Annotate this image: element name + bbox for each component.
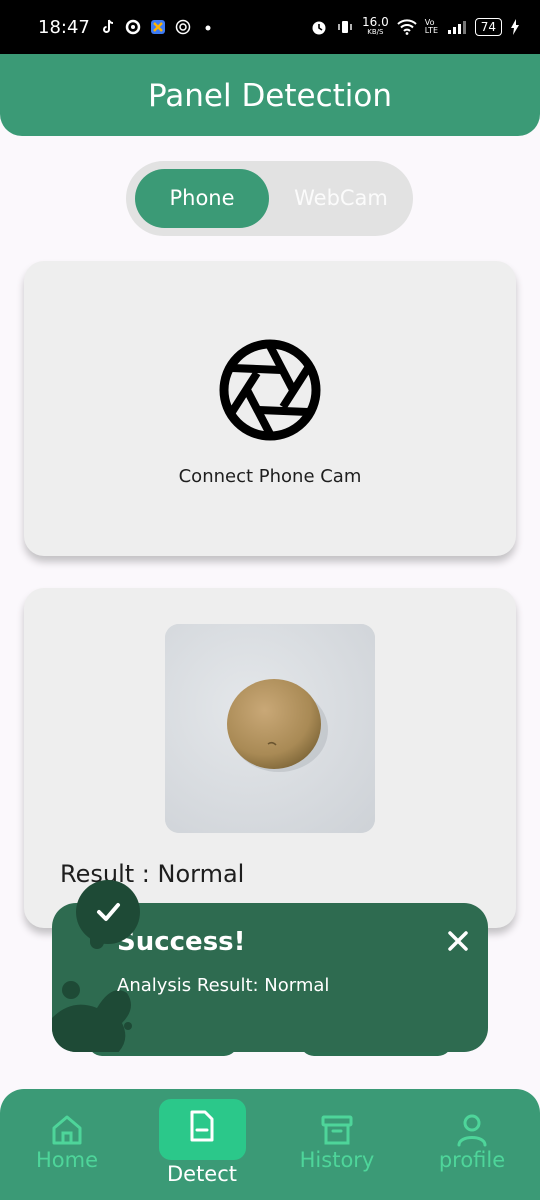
nav-home[interactable]: Home	[2, 1089, 132, 1200]
status-bar: 18:47 16.0 KB/S Vo LTE 74	[0, 0, 540, 54]
source-toggle: Phone WebCam	[126, 161, 413, 236]
check-icon	[97, 903, 120, 921]
network-speed: 16.0 KB/S	[362, 15, 389, 36]
result-card: Result : Normal	[24, 588, 516, 928]
vibrate-icon	[338, 21, 352, 33]
wifi-icon	[397, 19, 417, 35]
close-icon[interactable]	[446, 929, 470, 953]
circle-app-icon	[125, 19, 141, 35]
home-icon	[52, 1115, 82, 1145]
toast-message: Analysis Result: Normal	[117, 975, 330, 996]
bottom-nav: Home Detect History profile	[0, 1089, 540, 1200]
user-icon	[457, 1114, 487, 1147]
connect-camera-card[interactable]: Connect Phone Cam	[24, 261, 516, 556]
signal-icon	[447, 21, 466, 34]
nav-profile[interactable]: profile	[407, 1089, 537, 1200]
success-badge	[76, 880, 140, 944]
battery-indicator: 74	[474, 18, 502, 36]
b-circle-icon	[175, 19, 191, 35]
nav-history-label: History	[299, 1148, 375, 1172]
app-header: Panel Detection	[0, 54, 540, 136]
toggle-phone[interactable]: Phone	[135, 169, 269, 228]
charging-icon	[511, 19, 519, 35]
archive-icon	[321, 1115, 353, 1145]
camera-shutter-icon	[219, 339, 321, 441]
nav-home-label: Home	[35, 1148, 98, 1172]
tiktok-icon	[100, 19, 116, 35]
nav-history[interactable]: History	[272, 1089, 402, 1200]
document-icon	[190, 1110, 214, 1142]
nav-detect[interactable]: Detect	[137, 1089, 267, 1200]
dot-icon	[200, 19, 216, 35]
status-indicators: 16.0 KB/S Vo LTE 74	[310, 15, 520, 37]
page-title: Panel Detection	[147, 78, 393, 114]
toggle-webcam[interactable]: WebCam	[278, 169, 404, 228]
status-app-icons	[100, 19, 216, 35]
connect-phone-cam-label: Connect Phone Cam	[178, 466, 362, 487]
status-time: 18:47	[38, 17, 90, 38]
alarm-icon	[312, 21, 326, 35]
colorful-app-icon	[150, 19, 166, 35]
analyzed-image	[165, 624, 375, 833]
volte-label: Vo LTE	[424, 18, 439, 35]
nav-detect-label: Detect	[166, 1162, 238, 1186]
nav-profile-label: profile	[438, 1148, 506, 1172]
